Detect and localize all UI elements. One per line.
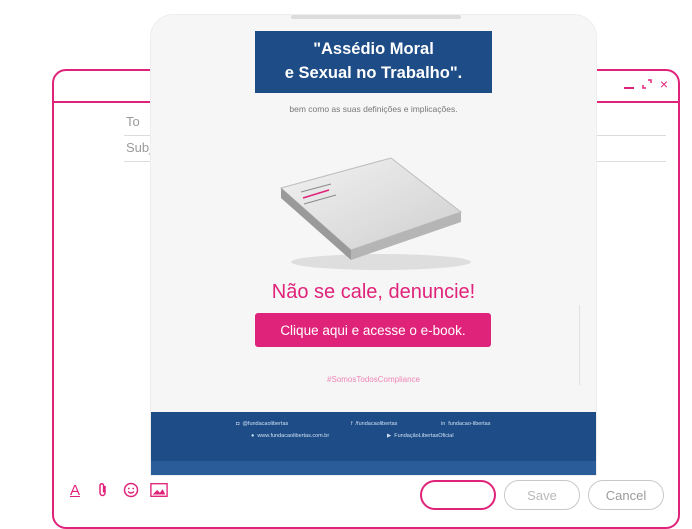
title-line-1: "Assédio Moral <box>313 40 434 58</box>
title-line-2: e Sexual no Trabalho". <box>284 64 463 82</box>
video-icon: ▶ <box>387 433 392 439</box>
text-format-icon[interactable]: A <box>66 481 84 499</box>
footer-social-3[interactable]: in fundacao-libertas <box>441 421 490 427</box>
campaign-hashtag: #SomosTodosCompliance <box>327 375 420 384</box>
paperclip-icon[interactable] <box>94 481 112 499</box>
footer-social-2[interactable]: f /fundacaolibertas <box>351 421 397 427</box>
minimize-icon[interactable] <box>623 87 634 89</box>
image-icon[interactable] <box>150 481 168 499</box>
faded-top-text <box>291 15 461 19</box>
emoji-icon[interactable] <box>122 481 140 499</box>
expand-icon[interactable] <box>642 77 652 91</box>
campaign-title: "Assédio Moral e Sexual no Trabalho". <box>255 31 492 93</box>
ebook-illustration <box>279 157 471 270</box>
compose-toolbar: A <box>66 481 168 527</box>
close-icon[interactable]: × <box>660 77 668 91</box>
save-button[interactable]: Save <box>504 480 580 510</box>
footer-contact-strip <box>151 461 596 475</box>
cancel-button[interactable]: Cancel <box>588 480 664 510</box>
campaign-subtitle: bem como as suas definições e implicaçõe… <box>289 104 458 114</box>
instagram-icon: ◘ <box>236 421 240 427</box>
footer-channel[interactable]: ▶ FundaçãoLibertasOficial <box>387 433 454 439</box>
window-controls: × <box>623 77 668 91</box>
divider <box>579 305 580 385</box>
to-label: To <box>126 114 140 129</box>
footer-website[interactable]: ● www.fundacaolibertas.com.br <box>251 433 329 439</box>
campaign-headline: Não se cale, denuncie! <box>271 281 476 303</box>
email-footer: ◘ @fundacaolibertas f /fundacaolibertas … <box>151 412 596 475</box>
globe-icon: ● <box>251 433 255 439</box>
linkedin-icon: in <box>441 421 446 427</box>
ebook-cta-button[interactable]: Clique aqui e acesse o e-book. <box>255 313 491 347</box>
footer-social-1[interactable]: ◘ @fundacaolibertas <box>236 421 288 427</box>
send-button[interactable] <box>420 480 496 510</box>
facebook-icon: f <box>351 421 353 427</box>
email-preview: "Assédio Moral e Sexual no Trabalho". be… <box>151 15 596 475</box>
